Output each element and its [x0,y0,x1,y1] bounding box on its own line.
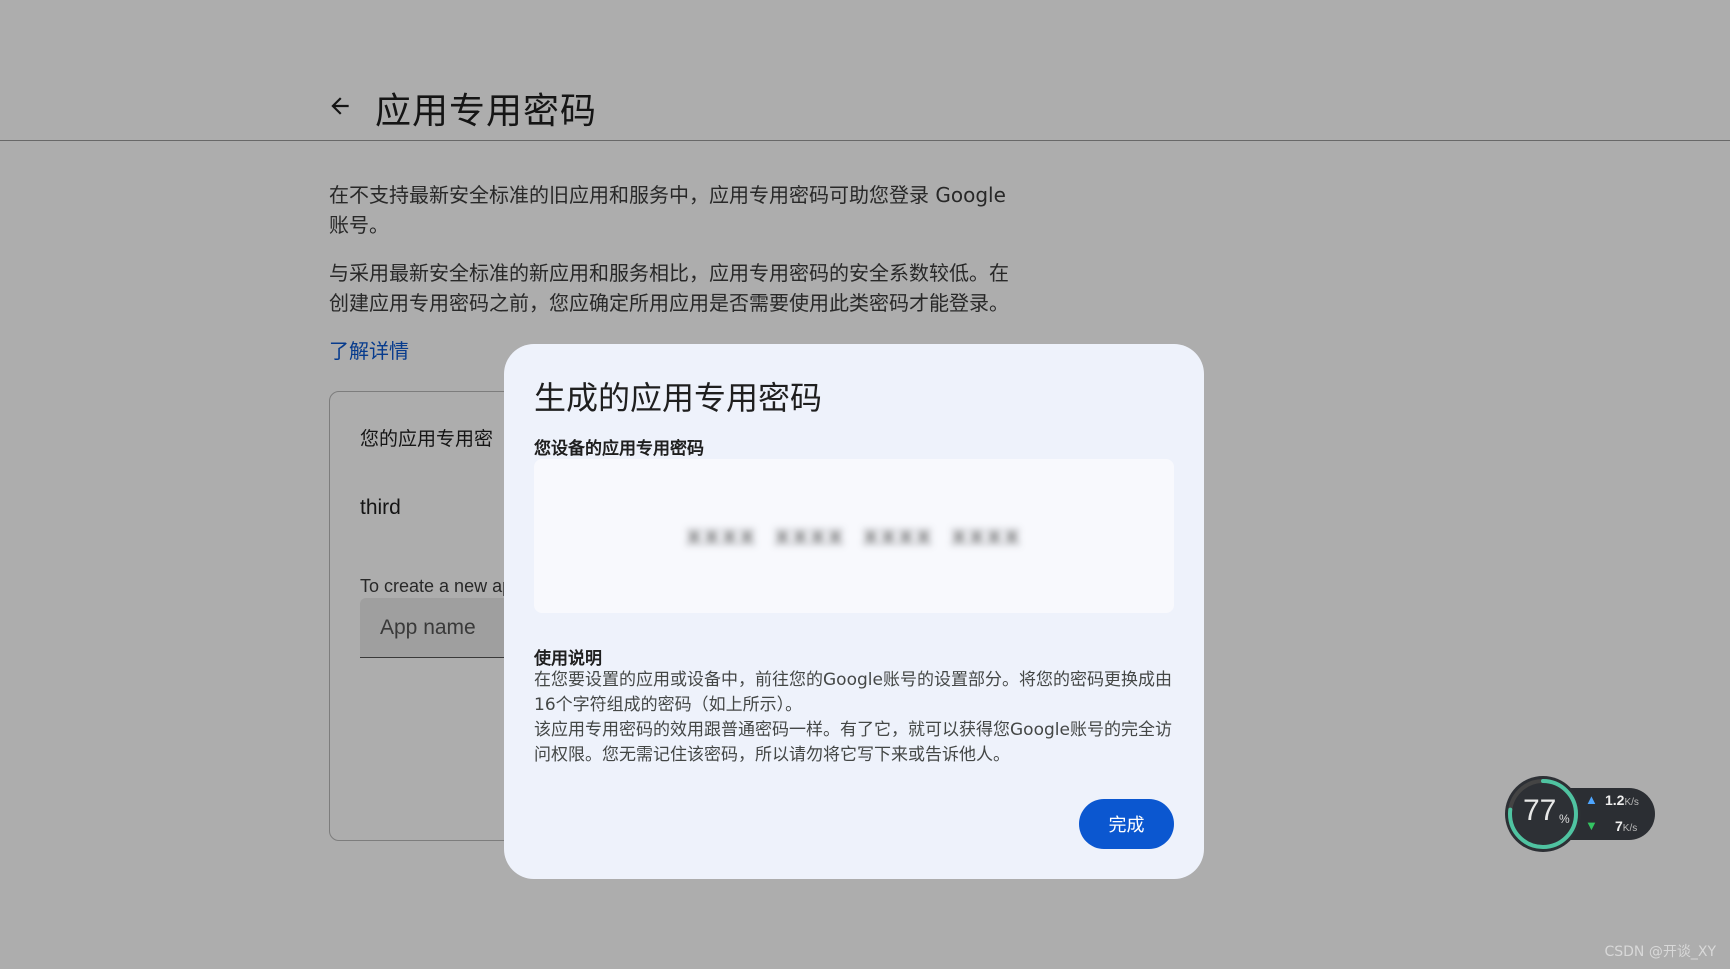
download-speed: 7K/s [1615,818,1637,834]
usage-line-2: 该应用专用密码的效用跟普通密码一样。有了它，就可以获得您Google账号的完全访… [534,720,1172,765]
usage-percent-sign: % [1559,812,1570,826]
password-label: 您设备的应用专用密码 [534,439,704,459]
download-value: 7 [1615,818,1623,834]
upload-value: 1.2 [1605,792,1625,808]
password-box: xxxx xxxx xxxx xxxx [534,459,1174,613]
usage-title: 使用说明 [534,649,602,669]
usage-percent: 77 [1523,794,1557,827]
password-value[interactable]: xxxx xxxx xxxx xxxx [686,521,1021,551]
done-button[interactable]: 完成 [1079,799,1174,849]
upload-unit: K/s [1624,797,1639,808]
watermark: CSDN @开谈_XY [1604,944,1716,960]
dialog-title: 生成的应用专用密码 [534,379,823,417]
network-speed-widget[interactable]: 77 % ▲ 1.2K/s ▼ 7K/s [1505,776,1657,852]
usage-line-1: 在您要设置的应用或设备中，前往您的Google账号的设置部分。将您的密码更换成由… [534,670,1172,715]
generated-password-dialog: 生成的应用专用密码 您设备的应用专用密码 xxxx xxxx xxxx xxxx… [504,344,1204,879]
usage-circle: 77 % [1505,776,1581,852]
upload-speed: 1.2K/s [1605,792,1639,808]
download-arrow-icon: ▼ [1585,818,1598,833]
upload-arrow-icon: ▲ [1585,792,1598,807]
usage-instructions: 在您要设置的应用或设备中，前往您的Google账号的设置部分。将您的密码更换成由… [534,668,1179,768]
download-unit: K/s [1622,823,1638,834]
